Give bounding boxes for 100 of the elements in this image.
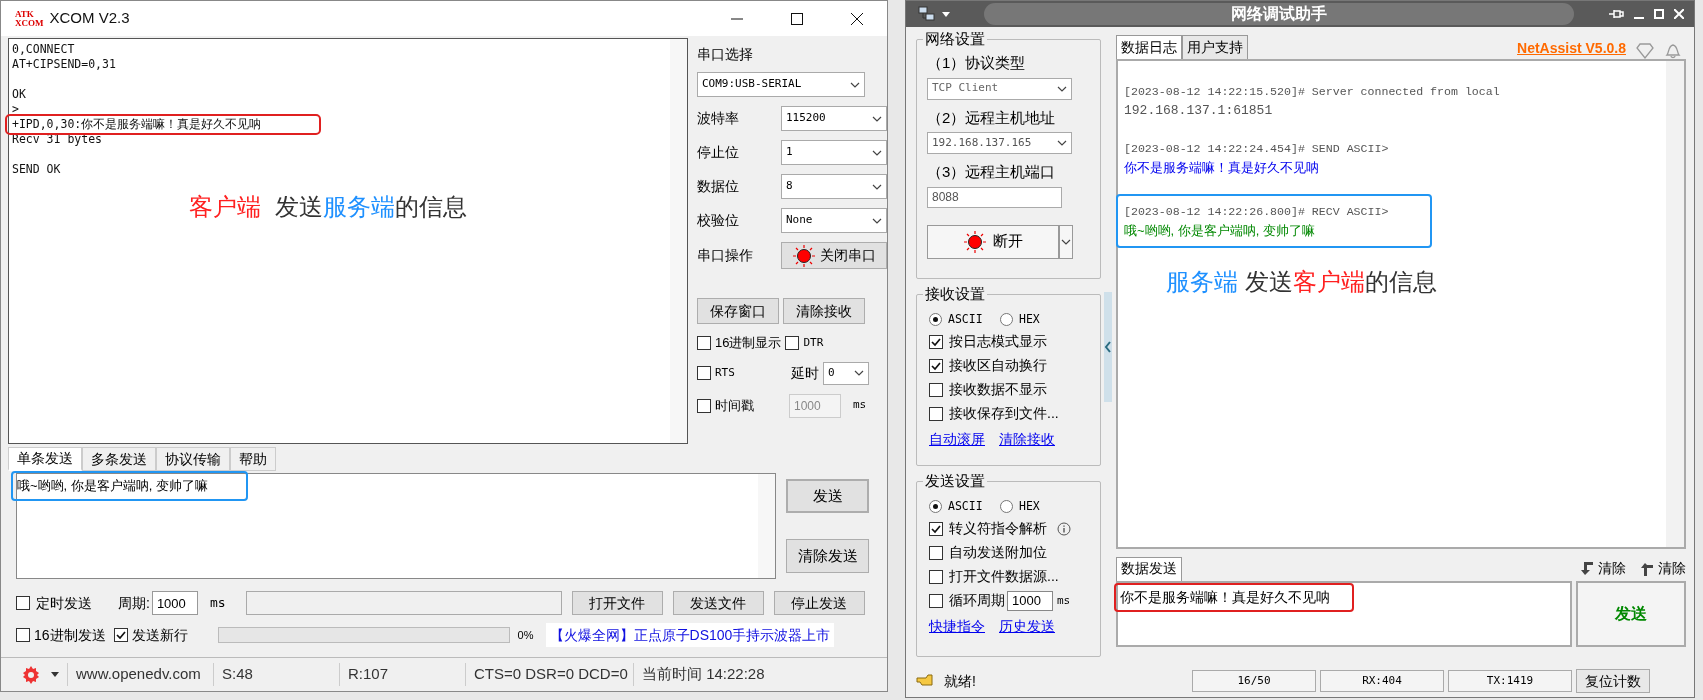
gear-icon[interactable]	[21, 664, 41, 685]
tab[interactable]: 数据发送	[1116, 557, 1182, 581]
dropdown[interactable]: None	[781, 208, 887, 233]
checkbox[interactable]	[929, 593, 943, 608]
button[interactable]: 保存窗口	[697, 298, 779, 324]
checkbox[interactable]	[929, 334, 943, 349]
checkbox-label: 打开文件数据源...	[949, 567, 1059, 587]
tab[interactable]: 协议传输	[156, 447, 230, 471]
pin-icon[interactable]	[1608, 8, 1624, 20]
checkbox[interactable]	[929, 569, 943, 584]
tab[interactable]: 多条发送	[82, 447, 156, 471]
button[interactable]: 停止发送	[773, 591, 865, 615]
scrollbar[interactable]	[758, 474, 775, 578]
scrollbar[interactable]	[1666, 61, 1684, 547]
website-link[interactable]: www.openedv.com	[67, 663, 213, 686]
checkbox[interactable]	[697, 366, 711, 380]
button[interactable]: 关闭串口	[781, 242, 887, 269]
close-icon[interactable]	[851, 12, 863, 25]
checkbox[interactable]	[929, 406, 943, 421]
radio-label: HEX	[1019, 311, 1040, 328]
status-field: 当前时间 14:22:28	[633, 663, 829, 686]
field-label: 周期:	[118, 593, 150, 613]
button[interactable]: 断开	[927, 224, 1059, 259]
collapse-icon[interactable]	[1104, 341, 1112, 353]
button[interactable]: 发送	[786, 479, 869, 513]
progress-text: 0%	[517, 627, 535, 643]
checkbox[interactable]	[785, 335, 800, 350]
tab[interactable]: 帮助	[230, 447, 276, 471]
checkbox[interactable]	[16, 596, 30, 610]
annotation-caption: 服务端 发送客户端的信息	[1166, 267, 1437, 297]
app-logo: ATK XCOM	[15, 9, 44, 28]
dropdown-button[interactable]	[1059, 224, 1073, 259]
link[interactable]: 清除接收	[999, 429, 1055, 451]
checkbox[interactable]	[697, 398, 711, 413]
checkbox-label: 16进制发送	[34, 625, 106, 645]
group-title: 接收设置	[923, 284, 987, 304]
field-label: 数据位	[697, 177, 739, 196]
dropdown[interactable]: 192.168.137.165	[927, 132, 1072, 154]
checkbox[interactable]	[929, 521, 943, 536]
radio-button[interactable]	[929, 500, 942, 514]
file-path-field[interactable]	[245, 591, 562, 615]
button[interactable]: 清除接收	[783, 298, 865, 324]
log-message: 你不是服务端嘛！真是好久不见呐	[1124, 159, 1319, 177]
dropdown[interactable]: 0	[823, 361, 869, 385]
checkbox[interactable]	[929, 382, 943, 397]
checkbox-label: 接收数据不显示	[949, 380, 1047, 400]
checkbox[interactable]	[697, 335, 711, 350]
send-text: 你不是服务端嘛！真是好久不见呐	[1116, 585, 1352, 610]
checkbox[interactable]	[929, 545, 943, 560]
caret-icon[interactable]	[51, 672, 59, 677]
dropdown[interactable]: 8	[781, 174, 887, 199]
dropdown[interactable]: 1	[781, 140, 887, 165]
button[interactable]: 清除发送	[786, 539, 869, 573]
radio-label: ASCII	[948, 498, 984, 515]
link[interactable]: 自动滚屏	[929, 429, 985, 451]
send-text: 哦~哟哟, 你是客户端呐, 变帅了嘛	[13, 473, 246, 499]
tab[interactable]: 数据日志	[1116, 35, 1182, 59]
checkbox[interactable]	[16, 628, 30, 642]
log-line: OK	[12, 87, 26, 102]
clear-button[interactable]: 清除	[1598, 558, 1626, 579]
link[interactable]: 快捷指令	[929, 616, 985, 638]
dropdown[interactable]: TCP Client	[927, 77, 1072, 100]
log-line: 0,CONNECT	[12, 42, 75, 57]
caret-icon	[1057, 85, 1067, 92]
network-icon[interactable]	[918, 6, 936, 22]
log-line: >	[12, 102, 19, 117]
radio-button[interactable]	[929, 313, 942, 327]
dropdown[interactable]: COM9:USB-SERIAL	[697, 72, 865, 97]
caret-icon	[872, 217, 882, 224]
ad-link[interactable]: 【火爆全网】正点原子DS100手持示波器上市	[545, 623, 835, 647]
checkbox[interactable]	[113, 628, 128, 642]
log-line: AT+CIPSEND=0,31	[12, 57, 116, 72]
dropdown[interactable]: 115200	[781, 106, 887, 131]
button[interactable]: 发送文件	[672, 591, 764, 615]
checkbox-label: 自动发送附加位	[949, 543, 1047, 563]
input-field[interactable]: 1000	[151, 591, 198, 615]
button[interactable]: 打开文件	[571, 591, 663, 615]
lamp-icon	[963, 229, 987, 254]
radio-button[interactable]	[1000, 500, 1013, 514]
link[interactable]: 历史发送	[999, 616, 1055, 638]
tab[interactable]: 用户支持	[1182, 35, 1248, 59]
info-icon[interactable]	[1057, 521, 1071, 536]
checkbox[interactable]	[929, 358, 943, 373]
checkbox-label: 接收保存到文件...	[949, 404, 1059, 424]
maximize-icon[interactable]	[791, 12, 803, 25]
status-field: RX:404	[1320, 670, 1444, 692]
scrollbar[interactable]	[670, 39, 687, 443]
tab[interactable]: 单条发送	[8, 447, 82, 471]
input-field[interactable]: 1000	[1007, 590, 1053, 611]
checkbox-label: DTR	[803, 334, 824, 351]
window-title: XCOM V2.3	[49, 8, 130, 29]
input-field[interactable]: 8088	[927, 186, 1062, 208]
field-label: 延时	[791, 363, 819, 383]
caret-icon[interactable]	[942, 11, 950, 17]
clear-button[interactable]: 清除	[1658, 558, 1686, 579]
field-label: 串口操作	[697, 246, 753, 265]
button[interactable]: 复位计数	[1576, 669, 1650, 693]
send-field[interactable]: 你不是服务端嘛！真是好久不见呐	[1116, 581, 1572, 647]
send-button[interactable]: 发送	[1576, 581, 1686, 647]
radio-button[interactable]	[1000, 313, 1013, 327]
